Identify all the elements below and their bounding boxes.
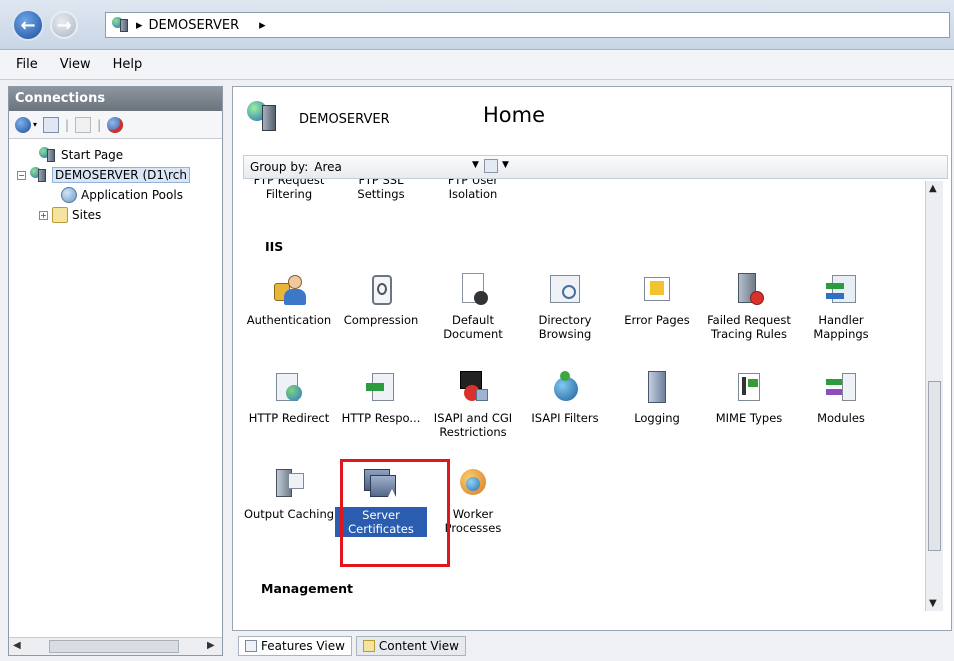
feature-default-document[interactable]: Default Document <box>427 273 519 341</box>
section-iis: IIS <box>265 239 284 254</box>
back-button[interactable]: ← <box>12 9 44 41</box>
handler-mappings-icon <box>824 273 858 307</box>
connections-title: Connections <box>9 87 222 111</box>
modules-icon <box>824 371 858 405</box>
toolbar-divider: | <box>97 117 102 132</box>
feature-mime-types[interactable]: MIME Types <box>703 371 795 425</box>
tree-item-sites[interactable]: + Sites <box>17 205 222 225</box>
dropdown-arrow-icon[interactable]: ▾ <box>33 120 37 129</box>
up-level-icon[interactable] <box>75 116 92 133</box>
view-tabs: Features View Content View <box>232 634 952 658</box>
feature-error-pages[interactable]: Error Pages <box>611 273 703 327</box>
mime-types-icon <box>732 371 766 405</box>
menu-view[interactable]: View <box>60 57 91 72</box>
server-icon <box>112 17 130 33</box>
tab-content-view[interactable]: Content View <box>355 636 466 656</box>
scroll-down-icon[interactable]: ▼ <box>929 598 937 609</box>
breadcrumb-separator-icon[interactable]: ▸ <box>259 18 266 33</box>
logging-icon <box>640 371 674 405</box>
breadcrumb-server[interactable]: DEMOSERVER <box>149 18 240 33</box>
content-view-icon <box>362 640 375 652</box>
application-pools-icon <box>61 187 77 203</box>
feature-compression[interactable]: Compression <box>335 273 427 327</box>
panel-header: DEMOSERVER Home <box>233 87 951 149</box>
menu-help[interactable]: Help <box>113 57 143 72</box>
page-title: Home <box>483 103 546 127</box>
feature-directory-browsing[interactable]: Directory Browsing <box>519 273 611 341</box>
dropdown-arrow-icon[interactable]: ▼ <box>472 160 479 170</box>
server-icon <box>30 167 48 183</box>
breadcrumb-separator-icon: ▸ <box>136 17 143 33</box>
group-by-select[interactable]: Area <box>314 160 342 174</box>
group-by-bar: Group by: Area ▼ ▼ <box>243 155 948 179</box>
feature-handler-mappings[interactable]: Handler Mappings <box>795 273 887 341</box>
feature-logging[interactable]: Logging <box>611 371 703 425</box>
feature-isapi-cgi-restrictions[interactable]: ISAPI and CGI Restrictions <box>427 371 519 439</box>
scroll-right-icon[interactable]: ▶ <box>207 640 215 651</box>
scroll-thumb[interactable] <box>49 640 179 653</box>
scroll-left-icon[interactable]: ◀ <box>13 640 21 651</box>
horizontal-scrollbar[interactable]: ◀ ▶ <box>9 637 222 655</box>
tab-features-view[interactable]: Features View <box>238 636 352 656</box>
connections-toolbar: ▾ | | <box>9 111 222 139</box>
feature-http-redirect[interactable]: HTTP Redirect <box>243 371 335 425</box>
http-redirect-icon <box>272 371 306 405</box>
collapse-icon[interactable]: − <box>17 170 26 180</box>
authentication-icon <box>272 273 306 307</box>
feature-failed-request-tracing[interactable]: Failed Request Tracing Rules <box>703 273 795 341</box>
forward-button[interactable]: → <box>50 11 78 39</box>
tree-item-start-page[interactable]: Start Page <box>17 145 222 165</box>
toolbar-divider: | <box>65 117 70 132</box>
default-document-icon <box>456 273 490 307</box>
feature-isapi-filters[interactable]: ISAPI Filters <box>519 371 611 425</box>
address-bar: ← → ▸ DEMOSERVER ▸ <box>0 0 954 50</box>
feature-output-caching[interactable]: Output Caching <box>243 467 335 521</box>
expand-icon[interactable]: + <box>39 210 48 220</box>
http-response-icon <box>364 371 398 405</box>
vertical-scrollbar[interactable]: ▲ ▼ <box>925 181 943 611</box>
group-by-label: Group by: <box>250 160 309 174</box>
feature-ftp-request-filtering[interactable]: FTP Request Filtering <box>243 179 335 201</box>
compression-icon <box>364 273 398 307</box>
start-page-icon <box>39 147 57 163</box>
directory-browsing-icon <box>548 273 582 307</box>
disconnect-icon[interactable] <box>107 116 124 133</box>
server-icon <box>247 101 283 135</box>
failed-request-icon <box>732 273 766 307</box>
feature-modules[interactable]: Modules <box>795 371 887 425</box>
feature-ftp-user-isolation[interactable]: FTP User Isolation <box>427 179 519 201</box>
address-box[interactable]: ▸ DEMOSERVER ▸ <box>105 12 950 38</box>
tree-item-demoserver[interactable]: − DEMOSERVER (D1\rch <box>17 165 222 185</box>
section-management: Management <box>261 581 354 596</box>
features-list: FTP Request Filtering FTP SSL Settings F… <box>243 179 923 599</box>
view-mode-icon[interactable] <box>484 159 498 173</box>
save-icon[interactable] <box>43 116 60 133</box>
features-panel: DEMOSERVER Home Group by: Area ▼ ▼ FTP R… <box>232 86 952 631</box>
iis-manager-window: ← → ▸ DEMOSERVER ▸ File View Help Connec… <box>0 0 954 661</box>
scroll-thumb[interactable] <box>928 381 941 551</box>
isapi-cgi-icon <box>456 371 490 405</box>
menu-bar: File View Help <box>0 50 954 80</box>
error-pages-icon <box>640 273 674 307</box>
dropdown-arrow-icon[interactable]: ▼ <box>502 160 509 170</box>
connections-panel: Connections ▾ | | Start Page − DEMOSERVE… <box>8 86 223 656</box>
isapi-filters-icon <box>548 371 582 405</box>
menu-file[interactable]: File <box>16 57 38 72</box>
output-caching-icon <box>272 467 306 501</box>
sites-icon <box>52 207 68 223</box>
tree-item-application-pools[interactable]: Application Pools <box>17 185 222 205</box>
scroll-up-icon[interactable]: ▲ <box>929 183 937 194</box>
tree-item-label: DEMOSERVER (D1\rch <box>52 167 190 183</box>
feature-http-response[interactable]: HTTP Respo... <box>335 371 427 425</box>
feature-authentication[interactable]: Authentication <box>243 273 335 327</box>
features-view-icon <box>245 640 257 652</box>
server-name: DEMOSERVER <box>299 112 390 127</box>
worker-processes-icon <box>456 467 490 501</box>
connect-icon[interactable] <box>15 116 31 133</box>
selection-highlight <box>340 459 450 567</box>
feature-ftp-ssl-settings[interactable]: FTP SSL Settings <box>335 179 427 201</box>
connections-tree: Start Page − DEMOSERVER (D1\rch Applicat… <box>9 139 222 225</box>
